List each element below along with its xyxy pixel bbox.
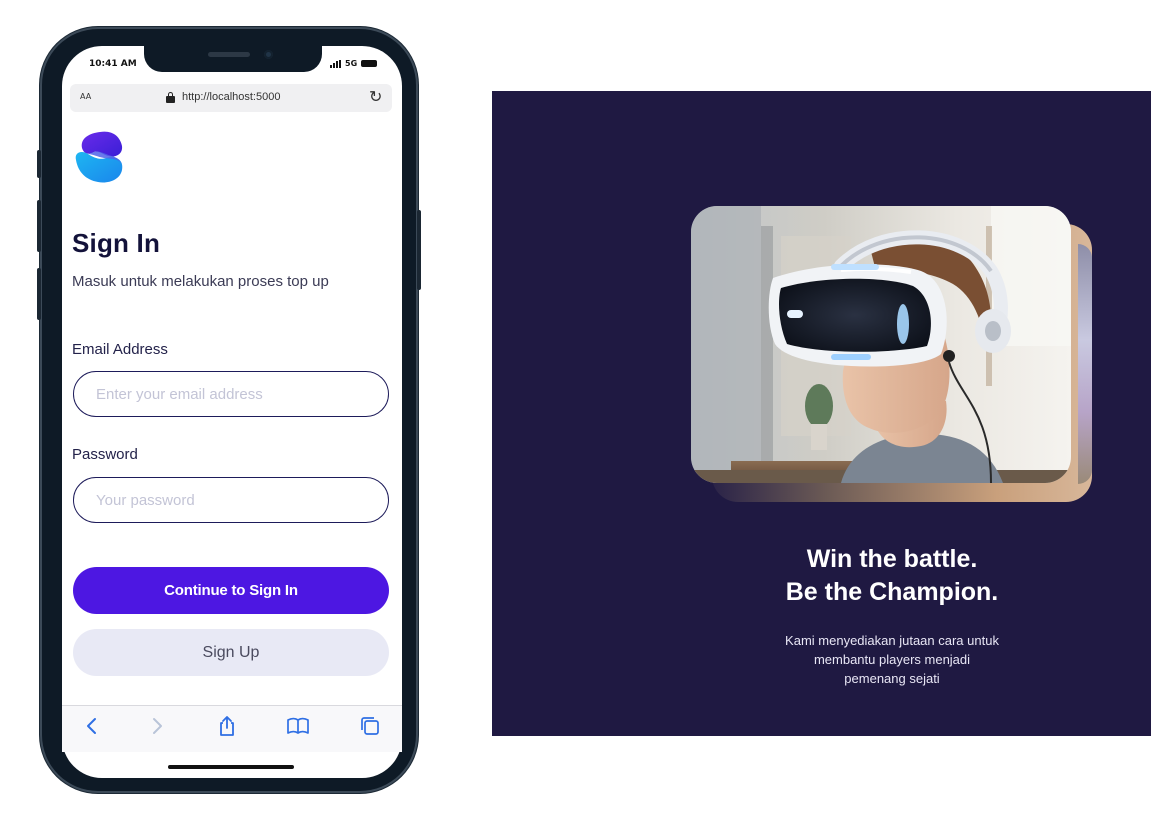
promo-description: Kami menyediakan jutaan cara untuk memba… xyxy=(742,631,1042,688)
power-button xyxy=(417,210,421,290)
notch xyxy=(144,46,322,72)
sign-up-button[interactable]: Sign Up xyxy=(73,629,389,676)
email-field[interactable] xyxy=(73,371,389,417)
promo-text-line-3: pemenang sejati xyxy=(844,671,940,686)
reload-icon[interactable]: ↻ xyxy=(369,89,382,105)
back-icon[interactable] xyxy=(80,714,104,738)
page-subtitle: Masuk untuk melakukan proses top up xyxy=(72,273,329,290)
volume-down-button xyxy=(37,268,41,320)
share-icon[interactable] xyxy=(215,714,239,738)
tabs-icon[interactable] xyxy=(358,714,382,738)
bookmarks-icon[interactable] xyxy=(286,714,310,738)
camera xyxy=(264,50,273,59)
brand-logo-icon xyxy=(75,131,123,183)
promo-text-line-1: Kami menyediakan jutaan cara untuk xyxy=(785,633,999,648)
text-size-button[interactable]: AA xyxy=(80,92,91,101)
page-title: Sign In xyxy=(72,228,161,258)
network-label: 5G xyxy=(345,59,358,68)
continue-to-sign-in-button[interactable]: Continue to Sign In xyxy=(73,567,389,614)
status-indicators: 5G xyxy=(330,59,378,68)
volume-up-button xyxy=(37,200,41,252)
speaker xyxy=(208,52,250,57)
password-field[interactable] xyxy=(73,477,389,523)
url-text[interactable]: http://localhost:5000 xyxy=(182,91,280,103)
forward-icon[interactable] xyxy=(145,714,169,738)
status-time: 10:41 AM xyxy=(89,59,137,69)
lock-icon xyxy=(166,92,175,103)
headline-line-2: Be the Champion. xyxy=(785,578,999,606)
promo-text-line-2: membantu players menjadi xyxy=(813,652,971,667)
signal-icon xyxy=(330,59,341,68)
promo-headline: Win the battle. Be the Champion. xyxy=(692,543,1092,609)
battery-icon xyxy=(361,60,378,67)
vr-headset-photo xyxy=(691,206,1071,483)
headline-line-1: Win the battle. xyxy=(806,545,978,573)
home-indicator xyxy=(168,765,294,769)
password-label: Password xyxy=(72,446,138,463)
email-label: Email Address xyxy=(72,341,168,358)
address-bar[interactable]: AA http://localhost:5000 ↻ xyxy=(70,84,392,112)
mute-switch xyxy=(37,150,41,178)
